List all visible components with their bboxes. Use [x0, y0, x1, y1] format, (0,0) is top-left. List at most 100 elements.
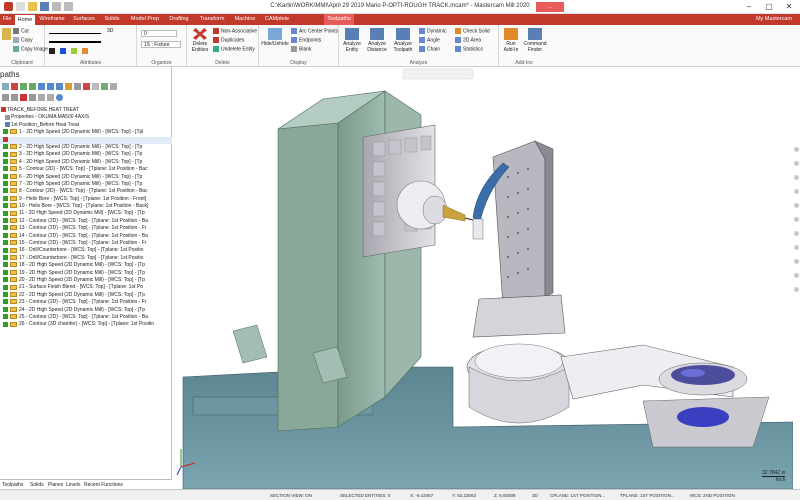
view-rail-button[interactable] — [794, 231, 799, 236]
operation-row[interactable]: 16 - Drill/Counterbore - [WCS: Top] - [T… — [0, 247, 172, 254]
simulate-icon[interactable] — [56, 83, 63, 90]
operation-row[interactable]: 9 - Helix Bore - [WCS: Top] - [Tplane: 1… — [0, 196, 172, 203]
operation-row[interactable]: 12 - Contour (2D) - [WCS: Top] - [Tplane… — [0, 218, 172, 225]
operation-row[interactable]: 8 - Contour (2D) - [WCS: Top] - [Tplane:… — [0, 188, 172, 195]
select-failed-icon[interactable] — [11, 83, 18, 90]
operation-row[interactable]: 3 - 2D High Speed (2D Dynamic Mill) - [W… — [0, 151, 172, 158]
help-icon[interactable] — [56, 94, 63, 101]
lock-icon[interactable] — [92, 83, 99, 90]
delete-entities-button[interactable]: Delete Entities — [189, 28, 211, 53]
operation-row[interactable]: 13 - Contour (2D) - [WCS: Top] - [Tplane… — [0, 225, 172, 232]
toggle-post-icon[interactable] — [110, 83, 117, 90]
close-icon[interactable]: ✕ — [780, 1, 798, 13]
operation-row[interactable]: 25 - Contour (2D) - [WCS: Top] - [Tplane… — [0, 314, 172, 321]
properties-node[interactable]: Properties - OKUMA MA500 4AXIS — [0, 114, 172, 121]
view-rail-button[interactable] — [794, 245, 799, 250]
single-display-2-icon[interactable] — [47, 94, 54, 101]
tplane-status[interactable]: TPLANE: 1ST POSITION... — [620, 493, 675, 498]
user-label[interactable]: My Mastercam — [756, 14, 792, 25]
operation-row[interactable]: 14 - Contour (2D) - [WCS: Top] - [Tplane… — [0, 233, 172, 240]
endpoints-button[interactable]: Endpoints — [291, 37, 321, 43]
command-finder-button[interactable]: Command Finder — [523, 28, 547, 53]
copy-image-button[interactable]: Copy Image — [13, 46, 48, 52]
tab-transform[interactable]: Transform — [198, 14, 226, 25]
analyze-entity-button[interactable]: Analyze Entity — [341, 28, 363, 53]
line-color-icon[interactable] — [60, 48, 66, 54]
view-rail-button[interactable] — [794, 259, 799, 264]
tab-drafting[interactable]: Drafting — [166, 14, 192, 25]
angle-button[interactable]: Angle — [419, 37, 440, 43]
operation-row[interactable]: 10 - Helix Bore - [WCS: Top] - [Tplane: … — [0, 203, 172, 210]
operation-row[interactable]: 15 - Contour (2D) - [WCS: Top] - [Tplane… — [0, 240, 172, 247]
scroll-icon[interactable] — [29, 94, 36, 101]
dim-mode[interactable]: 3D — [532, 493, 538, 498]
view-rail-button[interactable] — [794, 287, 799, 292]
operation-row[interactable]: 6 - 2D High Speed (2D Dynamic Mill) - [W… — [0, 174, 172, 181]
post-icon[interactable] — [65, 83, 72, 90]
toolpath-group-node[interactable]: 1st Position_Before Heat Treat — [0, 122, 172, 129]
operation-row[interactable]: 2 - 2D High Speed (2D Dynamic Mill) - [W… — [0, 144, 172, 151]
solid-color-icon[interactable] — [82, 48, 88, 54]
cplane-status[interactable]: CPLANE: 1ST POSITION... — [550, 493, 605, 498]
copy-button[interactable]: Copy — [13, 37, 33, 43]
tab-toolpaths-manager[interactable]: Toolpaths — [2, 482, 23, 488]
dim-toggle[interactable]: 3D — [107, 28, 113, 34]
view-rail-button[interactable] — [794, 273, 799, 278]
move-down-icon[interactable] — [2, 94, 9, 101]
operation-row[interactable]: 26 - Contour (3D chamfer) - [WCS: Top] -… — [0, 321, 172, 328]
operation-row[interactable]: 18 - 2D High Speed (2D Dynamic Mill) - [… — [0, 262, 172, 269]
operation-row[interactable]: 21 - Surface Finish Blend - [WCS: Top] -… — [0, 284, 172, 291]
operation-row[interactable]: 4 - 2D High Speed (2D Dynamic Mill) - [W… — [0, 159, 172, 166]
view-rail-button[interactable] — [794, 175, 799, 180]
move-up-icon[interactable] — [11, 94, 18, 101]
operation-row[interactable]: 19 - 2D High Speed (2D Dynamic Mill) - [… — [0, 270, 172, 277]
check-solid-button[interactable]: Check Solid — [455, 28, 490, 34]
operation-row[interactable]: 23 - Contour (2D) - [WCS: Top] - [Tplane… — [0, 299, 172, 306]
graphics-viewport[interactable] — [173, 67, 793, 489]
undelete-button[interactable]: Undelete Entity — [213, 46, 255, 52]
duplicates-button[interactable]: Duplicates — [213, 37, 244, 43]
machine-group-node[interactable]: TRACK_BEFORE HEAT TREAT — [0, 107, 172, 114]
level-select[interactable]: 0 — [141, 30, 177, 37]
paste-button[interactable] — [2, 28, 11, 41]
toggle-display-icon[interactable] — [101, 83, 108, 90]
minimize-icon[interactable]: – — [740, 1, 758, 13]
tab-camplete[interactable]: CAMplete — [262, 14, 292, 25]
tab-wireframe[interactable]: Wireframe — [38, 14, 66, 25]
verify-icon[interactable] — [47, 83, 54, 90]
insert-arrow-icon[interactable] — [20, 94, 27, 101]
tab-levels-manager[interactable]: Levels — [66, 482, 80, 488]
view-rail-button[interactable] — [794, 189, 799, 194]
operation-row[interactable]: 24 - 2D High Speed (2D Dynamic Mill) - [… — [0, 307, 172, 314]
line-style-select[interactable] — [49, 30, 101, 34]
operation-row[interactable]: 17 - Drill/Counterbore - [WCS: Top] - [T… — [0, 255, 172, 262]
operation-row[interactable]: 1 - 2D High Speed (2D Dynamic Mill) - [W… — [0, 129, 172, 136]
wcs-status[interactable]: WCS: 2ND POSITION — [690, 493, 735, 498]
area-button[interactable]: 2D Area — [455, 37, 481, 43]
tab-toolpaths[interactable]: Toolpaths — [324, 14, 354, 25]
view-rail-button[interactable] — [794, 203, 799, 208]
run-addin-button[interactable]: Run Add-In — [501, 28, 521, 53]
tab-solids-manager[interactable]: Solids — [30, 482, 44, 488]
operation-row[interactable]: 11 - 2D High Speed (2D Dynamic Mill) - [… — [0, 210, 172, 217]
insert-arrow-row[interactable] — [0, 136, 172, 144]
regen-dirty-icon[interactable] — [29, 83, 36, 90]
maximize-icon[interactable]: ▢ — [760, 1, 778, 13]
tab-planes-manager[interactable]: Planes — [48, 482, 63, 488]
section-view-status[interactable]: SECTION VIEW: ON — [270, 493, 312, 498]
arc-center-button[interactable]: Arc Center Points — [291, 28, 338, 34]
chain-button[interactable]: Chain — [419, 46, 440, 52]
tab-file[interactable]: File — [0, 14, 14, 25]
non-associative-button[interactable]: Non-Associative — [213, 28, 257, 34]
delete-ops-icon[interactable] — [83, 83, 90, 90]
analyze-distance-button[interactable]: Analyze Distance — [365, 28, 389, 53]
tab-home[interactable]: Home — [14, 14, 36, 25]
backplot-icon[interactable] — [38, 83, 45, 90]
statistics-button[interactable]: Statistics — [455, 46, 483, 52]
tab-solids[interactable]: Solids — [102, 14, 122, 25]
operation-row[interactable]: 5 - Contour (2D) - [WCS: Top] - [Tplane:… — [0, 166, 172, 173]
tab-model-prep[interactable]: Model Prep — [128, 14, 162, 25]
blank-button[interactable]: Blank — [291, 46, 312, 52]
point-color-icon[interactable] — [49, 48, 55, 54]
operation-row[interactable]: 7 - 2D High Speed (2D Dynamic Mill) - [W… — [0, 181, 172, 188]
